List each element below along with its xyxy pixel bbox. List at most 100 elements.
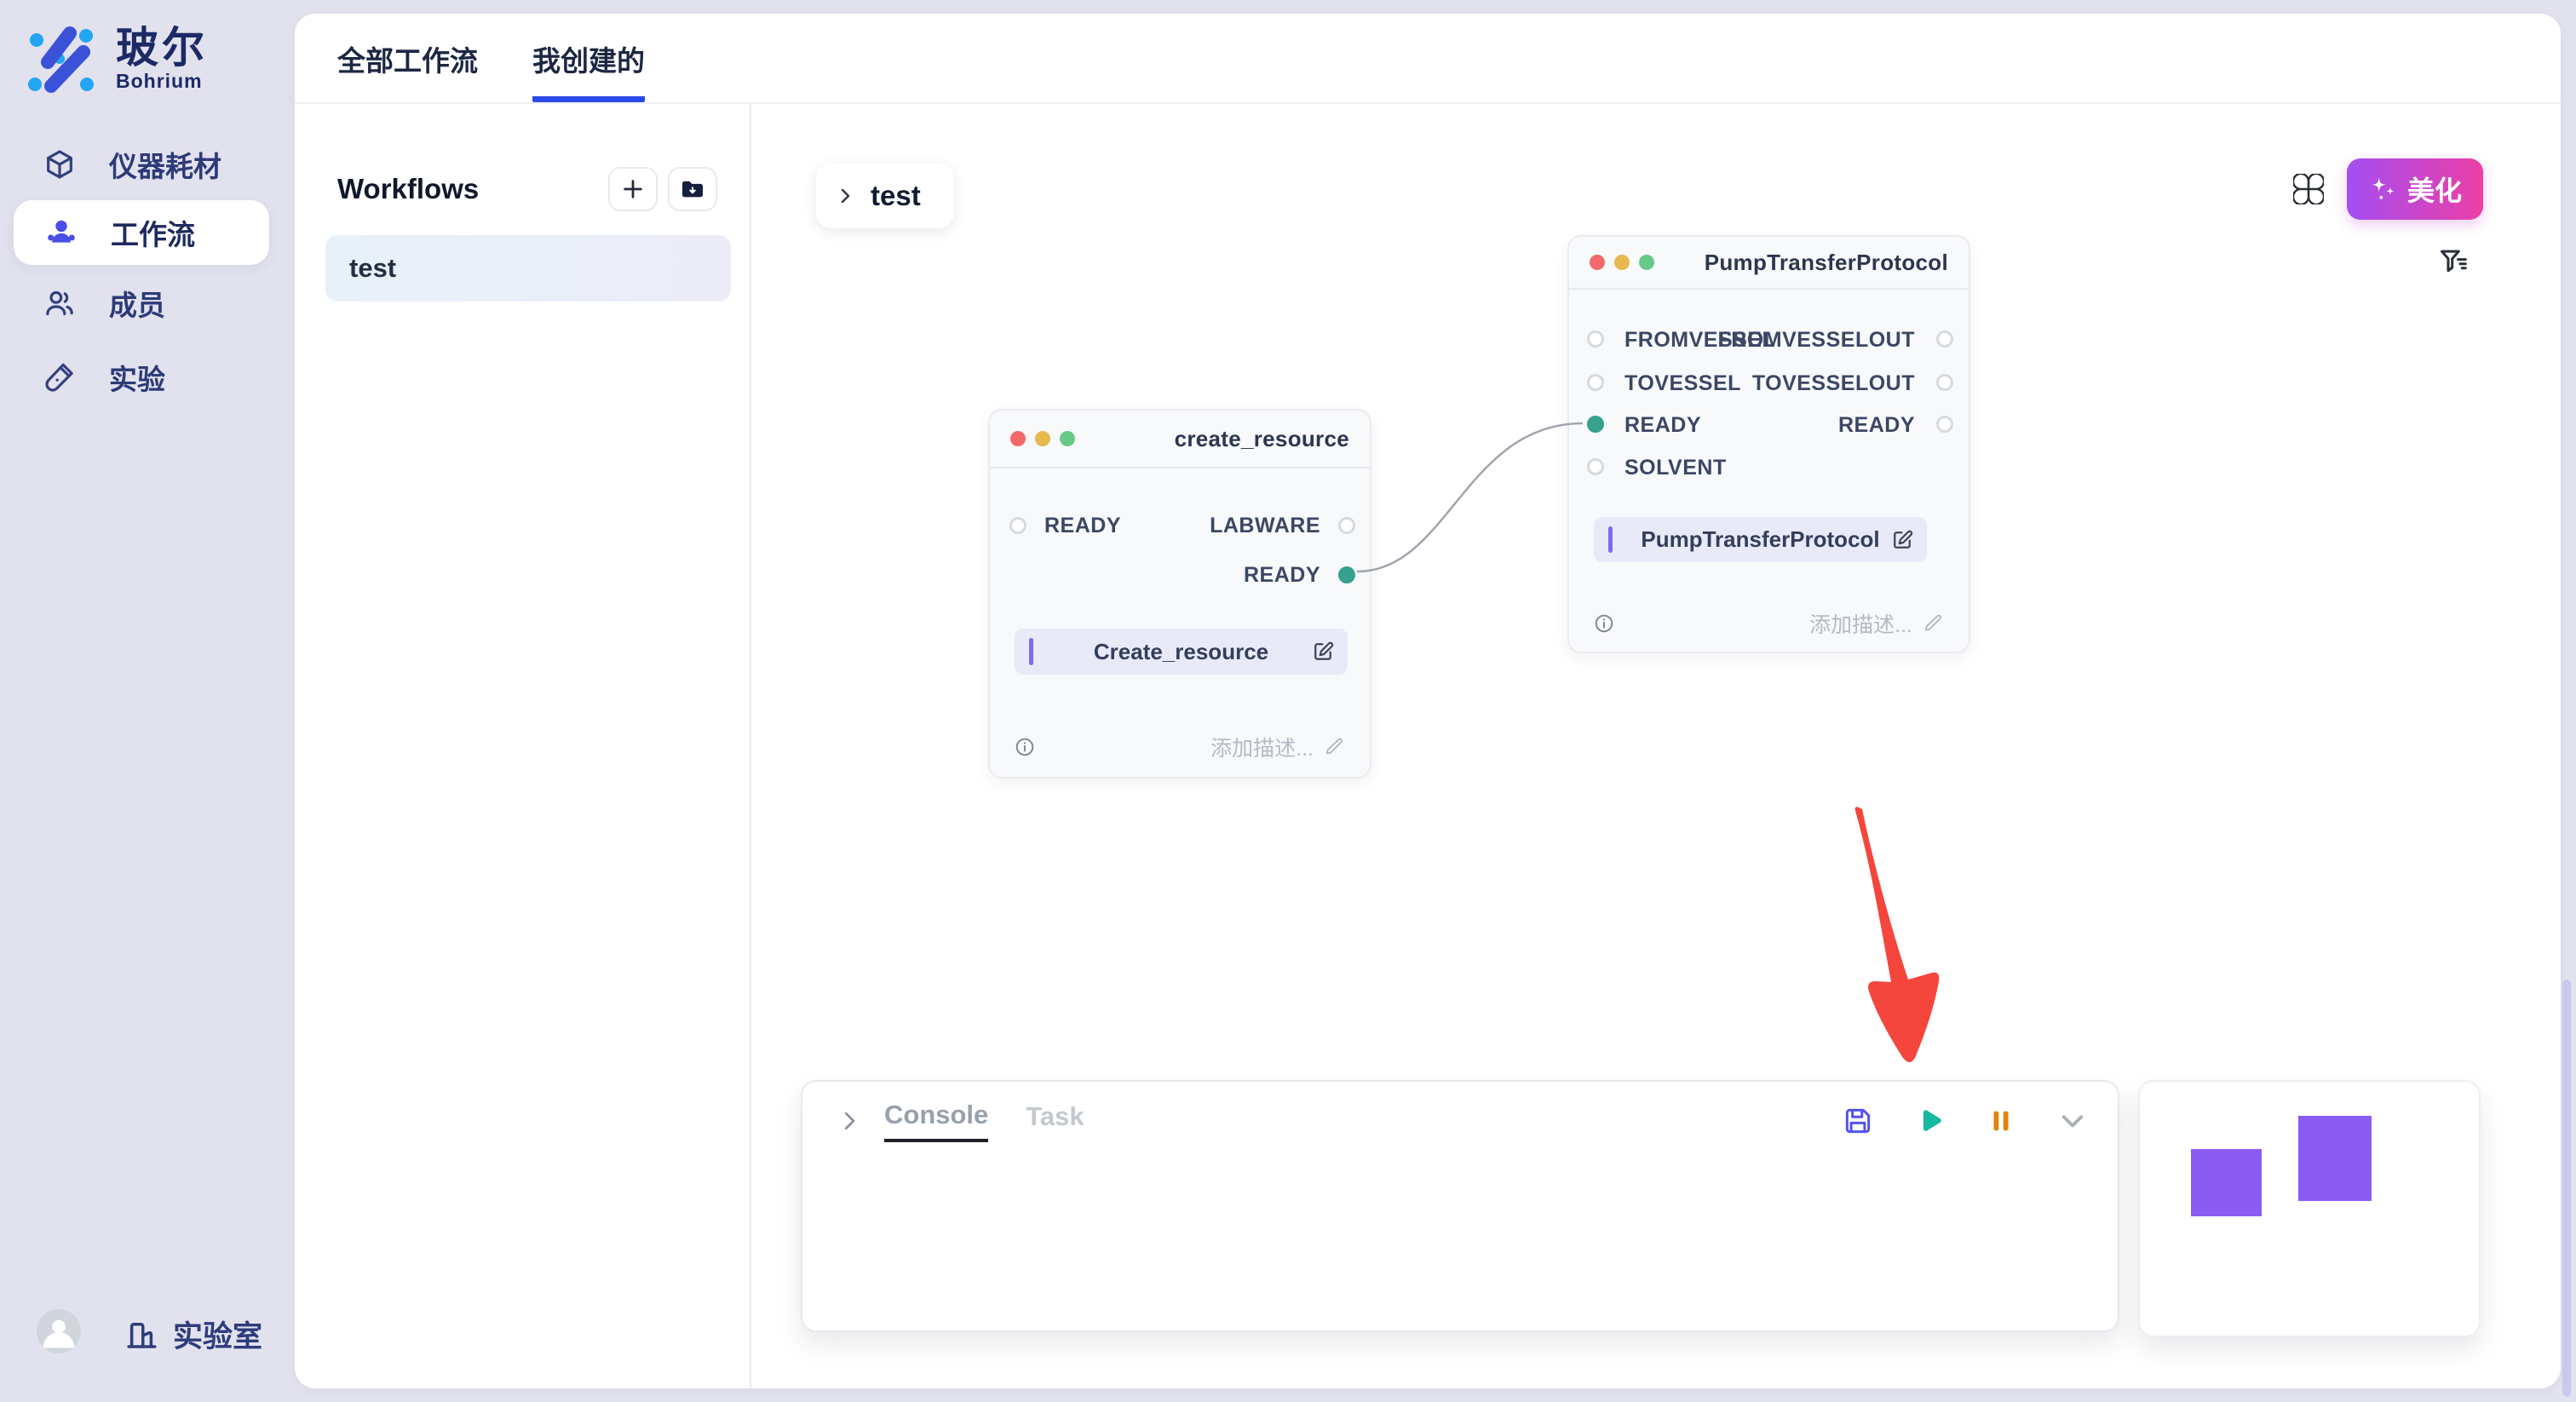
workflow-group-icon <box>44 215 78 250</box>
sidebar-item-experiments[interactable]: 实验 <box>0 343 281 411</box>
tab-all-workflows[interactable]: 全部工作流 <box>337 38 478 102</box>
person-icon <box>37 1309 81 1353</box>
sidebar-item-label: 工作流 <box>111 212 195 253</box>
edit-icon[interactable] <box>1310 639 1336 664</box>
pause-icon[interactable] <box>1985 1105 2017 1137</box>
output-port-label: TOVESSELOUT <box>1752 371 1915 396</box>
output-port-labware[interactable] <box>1338 517 1355 534</box>
traffic-dot-yellow <box>1614 255 1630 270</box>
info-icon[interactable] <box>1593 612 1615 635</box>
workflow-item-name: test <box>349 253 396 284</box>
main-content-card: 全部工作流 我创建的 Workflows <box>295 14 2561 1388</box>
sidebar-footer: 实验室 <box>0 1306 295 1365</box>
console-panel: Console Task <box>801 1080 2119 1332</box>
node-connection-edge <box>1357 423 1583 572</box>
breadcrumb-label: test <box>871 180 921 212</box>
edit-icon[interactable] <box>1889 527 1915 553</box>
save-icon[interactable] <box>1842 1105 1874 1137</box>
output-port-label: FROMVESSELOUT <box>1717 328 1915 353</box>
node-pump-transfer-protocol[interactable]: PumpTransferProtocol FROMVESSEL FROMVESS… <box>1567 235 1970 653</box>
input-port-ready[interactable] <box>1009 517 1026 534</box>
traffic-dot-green <box>1639 255 1654 270</box>
input-port-solvent[interactable] <box>1587 458 1604 475</box>
output-port-ready-connected[interactable] <box>1338 566 1355 583</box>
description-placeholder: 添加描述... <box>1809 608 1912 639</box>
traffic-dot-yellow <box>1035 431 1050 446</box>
run-play-icon[interactable] <box>1913 1105 1946 1137</box>
input-port-tovessel[interactable] <box>1587 374 1604 391</box>
test-tube-icon <box>43 360 77 394</box>
sparkles-icon <box>2368 175 2397 204</box>
filter-funnel-icon <box>2436 245 2470 278</box>
workflow-list-header: Workflows <box>337 165 717 213</box>
breadcrumb[interactable]: test <box>816 164 954 228</box>
sidebar-item-label: 成员 <box>109 283 165 324</box>
workflows-title: Workflows <box>337 173 479 205</box>
output-port-label: READY <box>1244 563 1320 588</box>
flow-canvas[interactable]: test create_resource READY LABWARE <box>751 104 2561 1388</box>
info-icon[interactable] <box>1014 736 1036 758</box>
beautify-button[interactable]: 美化 <box>2347 158 2483 220</box>
folder-download-icon <box>679 175 706 203</box>
sidebar-item-instruments[interactable]: 仪器耗材 <box>0 130 281 198</box>
lab-switcher[interactable]: 实验室 <box>124 1313 262 1356</box>
add-description[interactable]: 添加描述... <box>1210 732 1346 762</box>
chevron-down-icon[interactable] <box>2056 1105 2089 1137</box>
input-port-label: READY <box>1044 514 1121 538</box>
sidebar-item-workflow[interactable]: 工作流 <box>14 200 269 265</box>
traffic-dot-red <box>1590 255 1605 270</box>
clover-command-icon <box>2293 174 2324 204</box>
add-workflow-button[interactable] <box>608 167 658 211</box>
minimap[interactable] <box>2138 1080 2481 1337</box>
node-name-row[interactable]: PumpTransferProtocol <box>1594 517 1927 562</box>
node-create-resource[interactable]: create_resource READY LABWARE READY Crea… <box>988 409 1371 779</box>
red-annotation-arrow <box>1855 807 1940 1062</box>
workflow-list-item-test[interactable]: test <box>325 235 731 302</box>
lab-label: 实验室 <box>173 1313 262 1356</box>
node-footer: 添加描述... <box>1014 732 1346 762</box>
filter-button[interactable] <box>2433 242 2474 281</box>
tab-task[interactable]: Task <box>1026 1101 1084 1141</box>
plus-icon <box>620 176 646 202</box>
tab-console[interactable]: Console <box>884 1100 988 1142</box>
brand-name-en: Bohrium <box>116 70 208 93</box>
brand-text: 玻尔 Bohrium <box>116 26 208 93</box>
text-caret <box>1029 638 1033 665</box>
collapse-chevron-right-icon[interactable] <box>837 1108 862 1134</box>
sidebar-item-members[interactable]: 成员 <box>0 269 281 337</box>
user-avatar[interactable] <box>37 1309 81 1353</box>
input-port-label: SOLVENT <box>1624 456 1727 480</box>
box-icon <box>43 147 77 181</box>
console-header: Console Task <box>837 1099 2089 1143</box>
add-description[interactable]: 添加描述... <box>1809 608 1945 639</box>
output-port-ready[interactable] <box>1936 416 1953 433</box>
node-header: create_resource <box>990 411 1370 468</box>
sidebar-item-label: 实验 <box>109 357 165 398</box>
output-port-label: LABWARE <box>1210 514 1320 538</box>
minimap-node-rect <box>2191 1149 2262 1216</box>
import-workflow-button[interactable] <box>668 167 717 211</box>
building-icon <box>124 1317 159 1353</box>
tab-my-created[interactable]: 我创建的 <box>532 38 645 102</box>
node-footer: 添加描述... <box>1593 608 1945 639</box>
node-title: PumpTransferProtocol <box>1705 250 1948 276</box>
output-port-fromvesselout[interactable] <box>1936 330 1953 348</box>
members-icon <box>43 286 77 320</box>
node-header: PumpTransferProtocol <box>1569 237 1969 290</box>
input-port-fromvessel[interactable] <box>1587 330 1604 348</box>
node-name: PumpTransferProtocol <box>1641 526 1879 553</box>
command-palette-button[interactable] <box>2290 170 2327 208</box>
bohrium-logo-icon <box>27 26 94 93</box>
brand-logo: 玻尔 Bohrium <box>27 26 208 93</box>
node-name: Create_resource <box>1094 639 1268 665</box>
input-port-label: READY <box>1624 413 1701 438</box>
output-port-tovesselout[interactable] <box>1936 374 1953 391</box>
workflow-list-actions <box>608 167 717 211</box>
output-port-label: READY <box>1838 413 1915 438</box>
input-port-ready-connected[interactable] <box>1587 416 1604 433</box>
page-scrollbar-thumb[interactable] <box>2562 980 2571 1397</box>
workflow-list-panel: Workflows test <box>295 104 751 1388</box>
node-name-row[interactable]: Create_resource <box>1015 629 1348 675</box>
minimap-node-rect <box>2298 1116 2372 1201</box>
sidebar: 玻尔 Bohrium 仪器耗材 工作流 成员 <box>0 0 295 1402</box>
